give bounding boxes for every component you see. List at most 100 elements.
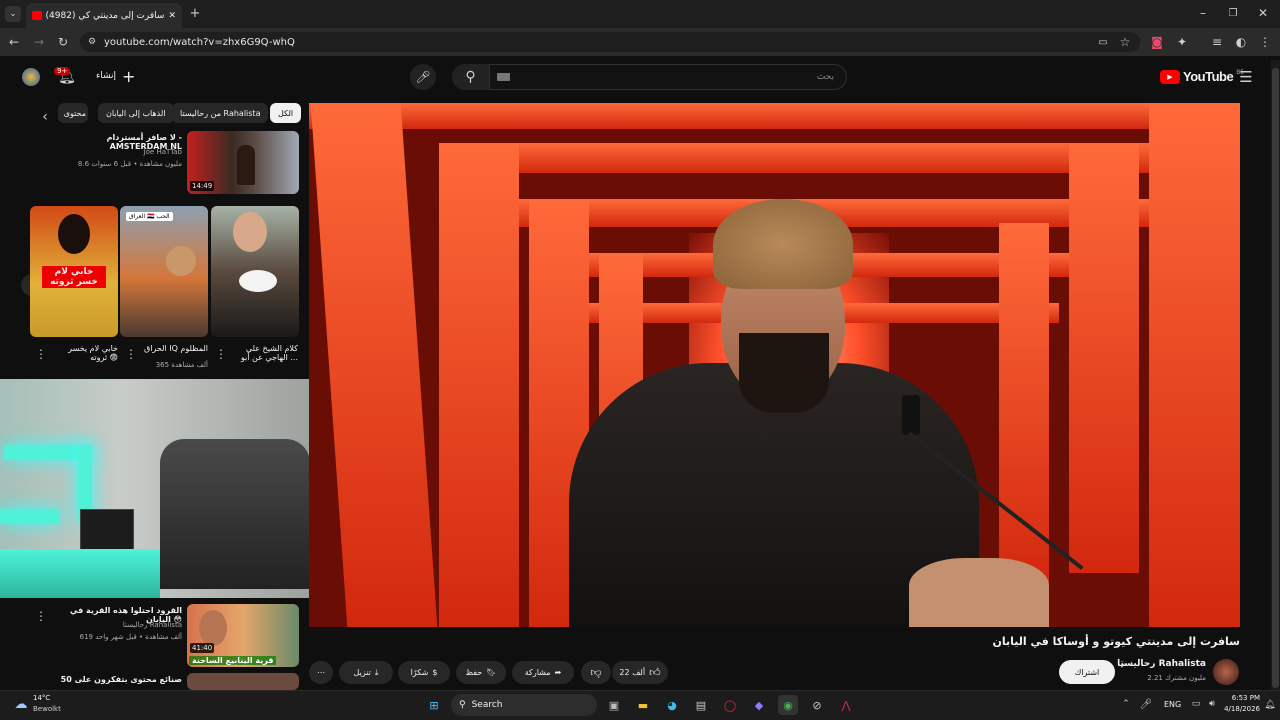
rec-more-icon[interactable]: ⋮	[35, 609, 47, 623]
close-window-icon[interactable]: ✕	[1256, 6, 1270, 20]
cloud-icon[interactable]: ☁	[12, 696, 30, 712]
restore-icon[interactable]: ❐	[1226, 6, 1240, 20]
rec-video-title[interactable]: 50 صنائع محتوى بتفكرون على	[48, 675, 182, 684]
windows-start-icon[interactable]: ⊞	[424, 695, 444, 715]
chip-label: محتوى	[63, 108, 86, 118]
keyboard-icon[interactable]	[497, 73, 510, 81]
microphone-tray-icon[interactable]: 🎤︎	[1140, 697, 1153, 711]
thumbnail-figure	[237, 145, 255, 185]
cast-icon[interactable]: ▭	[1096, 35, 1110, 49]
rec-video-channel[interactable]: Joe HaTTab	[48, 148, 182, 156]
channel-avatar[interactable]	[1213, 659, 1239, 685]
torii-pillar	[439, 143, 519, 627]
avatar[interactable]	[22, 68, 40, 86]
short-face	[166, 246, 196, 276]
channel-name[interactable]: رحاليستا Rahalista	[1100, 659, 1206, 669]
new-tab-icon[interactable]: +	[188, 6, 202, 21]
app-icon[interactable]: ◆	[749, 695, 769, 715]
extension-icon[interactable]: ◙	[1150, 35, 1164, 49]
short-more-icon[interactable]: ⋮	[35, 347, 47, 361]
edge-icon[interactable]: ◕	[662, 695, 682, 715]
browser-tab[interactable]: (4982) سافرت إلى مدينتي كي ✕	[26, 3, 182, 28]
language-indicator[interactable]: ENG	[1164, 700, 1181, 709]
profile-icon[interactable]: ◐	[1234, 35, 1248, 49]
subscribe-button[interactable]: اشتراك	[1059, 660, 1115, 684]
app-icon[interactable]: ⊘	[807, 695, 827, 715]
torii-pillar	[999, 223, 1049, 583]
page-scrollbar[interactable]	[1271, 60, 1280, 690]
chip-label: من رحاليستا Rahalista	[180, 108, 261, 118]
short-more-icon[interactable]: ⋮	[125, 347, 137, 361]
opera-icon[interactable]: ◯	[720, 695, 740, 715]
create-button[interactable]: إنشاء +	[96, 66, 135, 86]
notification-center-icon[interactable]: 🔔︎	[1264, 698, 1276, 712]
more-icon: ⋯	[317, 668, 325, 677]
reading-list-icon[interactable]: ≡	[1210, 35, 1224, 49]
search-icon[interactable]: ⚲	[452, 64, 489, 90]
chip-go-japan[interactable]: الذهاب إلى اليابان	[98, 103, 174, 123]
short-title-1[interactable]: كلام الشيخ علي الهاجي عن أبو ...	[232, 344, 298, 362]
like-button[interactable]: 22 ألف 👍︎	[612, 661, 668, 684]
taskbar-search[interactable]: ⚲ Search	[451, 694, 597, 716]
rec-video-thumbnail[interactable]: 14:49	[187, 131, 299, 194]
chair	[160, 439, 310, 589]
back-icon[interactable]: ←	[6, 34, 22, 50]
video-player[interactable]	[309, 103, 1240, 627]
download-button[interactable]: تنزيل ⤓	[339, 661, 393, 684]
chips-scroll-left-icon[interactable]: ‹	[36, 108, 54, 126]
tray-chevron-icon[interactable]: ⌃	[1120, 697, 1132, 711]
chip-all[interactable]: الكل	[270, 103, 302, 123]
rec-video-thumbnail[interactable]: قرية الينابيع الساخنة 41:40	[187, 604, 299, 667]
beard	[739, 333, 829, 413]
scrollbar-thumb[interactable]	[1272, 68, 1279, 688]
short-thumbnail-1[interactable]	[211, 206, 299, 337]
minimize-icon[interactable]: –	[1196, 6, 1210, 20]
save-button[interactable]: حفظ 🔖︎	[456, 661, 506, 684]
more-actions-button[interactable]: ⋯	[309, 661, 333, 684]
extensions-puzzle-icon[interactable]: ✦	[1175, 35, 1189, 49]
reload-icon[interactable]: ↻	[55, 34, 71, 50]
thanks-button[interactable]: شكرًا $	[398, 661, 450, 684]
hamburger-menu-icon[interactable]: ☰	[1237, 68, 1255, 86]
volume-icon[interactable]: 🔊︎	[1206, 697, 1218, 711]
voice-search-icon[interactable]: 🎤︎	[410, 64, 436, 90]
weather-temp: 14°C	[33, 694, 51, 702]
search-input[interactable]: بحث	[489, 64, 847, 90]
task-view-icon[interactable]: ▣	[604, 695, 624, 715]
thanks-label: شكرًا	[410, 668, 429, 677]
clock-date[interactable]: 4/18/2026	[1220, 705, 1260, 713]
short-thumbnail-2[interactable]: العراق 🇮🇶 الحب	[120, 206, 208, 337]
share-button[interactable]: مشاركة ➦	[512, 661, 574, 684]
youtube-logo[interactable]: ▶ YouTube BE	[1160, 69, 1244, 84]
url-field[interactable]: youtube.com/watch?v=zhx6G9Q-whQ	[80, 32, 1140, 52]
chrome-icon[interactable]: ◉	[778, 695, 798, 715]
thumbs-down-icon: 👎︎	[590, 666, 602, 679]
subscriber-count: 2.21 مليون مشترك	[1147, 674, 1206, 682]
app-icon[interactable]: ⋀	[836, 695, 856, 715]
download-label: تنزيل	[353, 668, 371, 677]
subscribe-label: اشتراك	[1074, 667, 1100, 677]
dislike-button[interactable]: 👎︎	[581, 661, 611, 684]
bookmark-star-icon[interactable]: ☆	[1118, 35, 1132, 49]
chip-from-rahalista[interactable]: من رحاليستا Rahalista	[172, 103, 269, 123]
taskbar-search-label: Search	[471, 700, 503, 710]
site-info-icon[interactable]: ⚙	[86, 36, 98, 48]
store-icon[interactable]: ▤	[691, 695, 711, 715]
short-thumbnail-3[interactable]: خابي لام خسر ثروته	[30, 206, 118, 337]
short-title-2[interactable]: الحراق IQ المظلوم	[144, 344, 208, 353]
file-explorer-icon[interactable]: ▬	[633, 695, 653, 715]
duration-badge: 41:40	[190, 643, 215, 653]
rec-video-channel[interactable]: رحاليستا Rahalista	[48, 621, 182, 629]
rec-video-thumbnail[interactable]	[187, 673, 299, 690]
youtube-play-icon: ▶	[1160, 69, 1180, 84]
forward-icon[interactable]: →	[31, 34, 47, 50]
like-count: 22 ألف	[619, 668, 646, 677]
monitor-icon[interactable]: ▭	[1190, 697, 1202, 711]
close-tab-icon[interactable]: ✕	[168, 11, 176, 21]
clock-time[interactable]: 6:53 PM	[1224, 694, 1260, 702]
chip-content[interactable]: محتوى	[58, 103, 88, 123]
tab-list-icon[interactable]: ⌄	[5, 6, 21, 22]
short-title-3[interactable]: خابي لام يخسر ثروته 😨	[54, 344, 118, 362]
browser-menu-icon[interactable]: ⋮	[1258, 35, 1272, 49]
short-more-icon[interactable]: ⋮	[215, 347, 227, 361]
